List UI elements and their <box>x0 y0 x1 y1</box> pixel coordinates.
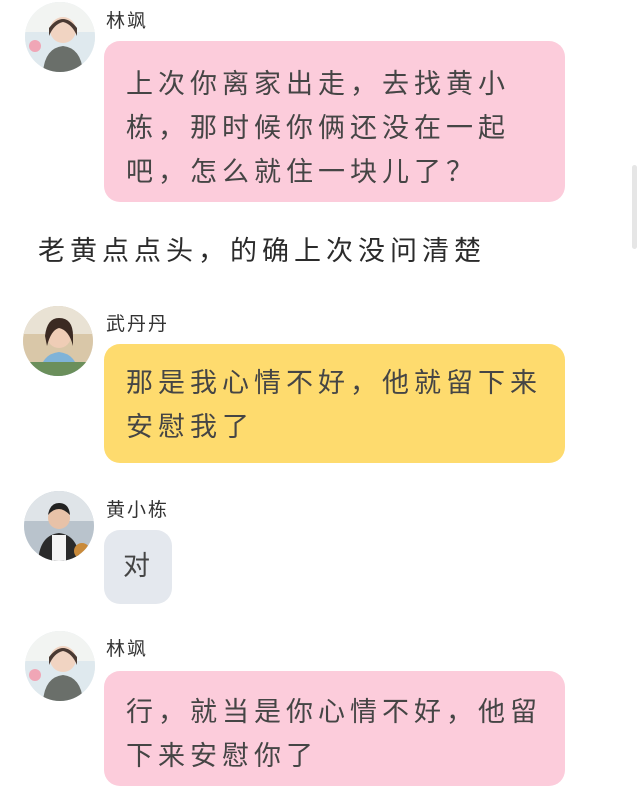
message-text: 上次你离家出走，去找黄小栋，那时候你俩还没在一起吧，怎么就住一块儿了？ <box>126 69 510 188</box>
message-bubble[interactable]: 那是我心情不好，他就留下来安慰我了 <box>104 344 565 463</box>
avatar-linsa-icon[interactable] <box>25 631 95 701</box>
message-bubble[interactable]: 上次你离家出走，去找黄小栋，那时候你俩还没在一起吧，怎么就住一块儿了？ <box>104 41 565 202</box>
speaker-name: 黄小栋 <box>106 499 170 521</box>
message-text: 那是我心情不好，他就留下来安慰我了 <box>126 368 542 443</box>
message-text: 对 <box>123 551 155 582</box>
message-bubble[interactable]: 对 <box>104 530 172 604</box>
speaker-name: 林飒 <box>106 638 149 660</box>
avatar-wudandan-icon[interactable] <box>23 306 93 376</box>
avatar-linsa-icon[interactable] <box>25 2 95 72</box>
narration-text: 老黄点点头，的确上次没问清楚 <box>38 236 486 267</box>
scrollbar[interactable] <box>632 165 637 249</box>
speaker-name: 武丹丹 <box>106 313 170 335</box>
speaker-name: 林飒 <box>106 10 149 32</box>
message-text: 行，就当是你心情不好，他留下来安慰你了 <box>126 697 542 772</box>
avatar-huangxiaodong-icon[interactable] <box>24 491 94 561</box>
message-bubble[interactable]: 行，就当是你心情不好，他留下来安慰你了 <box>104 671 565 786</box>
